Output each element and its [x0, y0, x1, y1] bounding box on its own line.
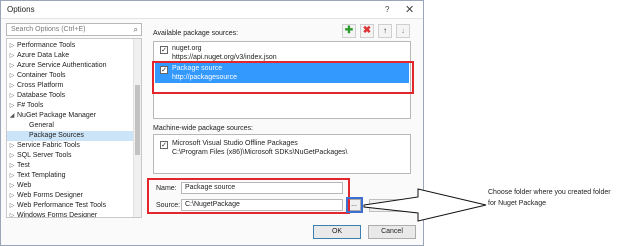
annotation-text: Choose folder where you created folder f…: [488, 189, 611, 207]
annotation-arrow: [363, 188, 487, 222]
